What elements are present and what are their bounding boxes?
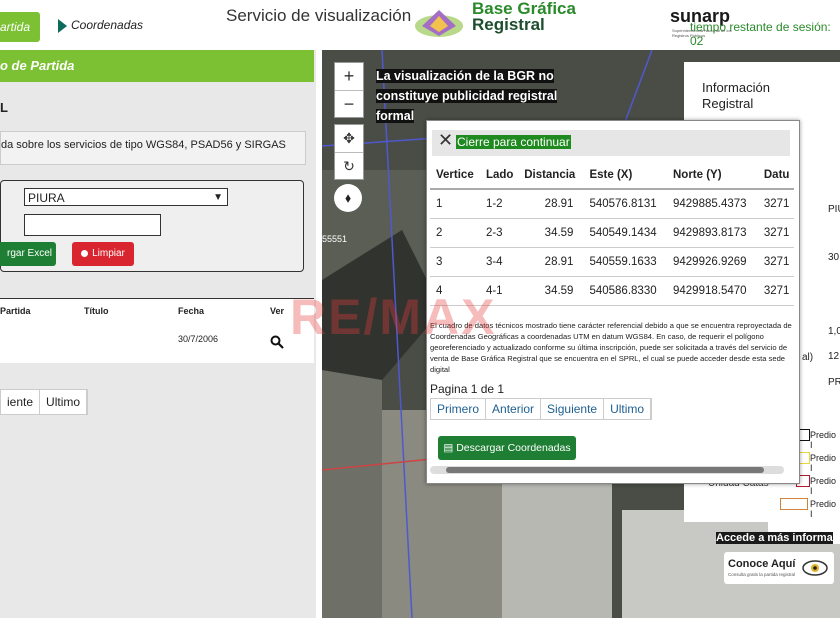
close-modal-button[interactable]: Cierre para continuar bbox=[456, 135, 571, 149]
column-header: Vertice bbox=[430, 162, 480, 190]
column-header: Fecha bbox=[178, 306, 205, 316]
info-value: 12 bbox=[828, 351, 840, 362]
zoom-in-button[interactable]: + bbox=[335, 63, 363, 90]
cell-distancia: 34.59 bbox=[518, 218, 584, 248]
cell-datum: 3271 bbox=[757, 218, 794, 248]
chevron-down-icon: ▼ bbox=[213, 192, 223, 203]
cell-este: 540549.1434 bbox=[583, 218, 667, 248]
cell-vertice: 1 bbox=[430, 189, 480, 219]
conoce-label: Conoce Aquí bbox=[728, 558, 796, 570]
service-title: Servicio de visualización bbox=[226, 6, 412, 25]
cell-distancia: 28.91 bbox=[518, 247, 584, 277]
cell-este: 540586.8330 bbox=[583, 276, 667, 306]
cell-lado: 3-4 bbox=[479, 247, 519, 277]
legend-label: Predio I bbox=[810, 430, 837, 450]
close-icon[interactable]: ✕ bbox=[438, 130, 453, 151]
pager-siguiente[interactable]: iente bbox=[1, 390, 41, 414]
cell-vertice: 2 bbox=[430, 218, 480, 248]
info-value: 30 bbox=[828, 252, 840, 263]
info-registral-title: Información Registral bbox=[702, 80, 770, 111]
legend-label: Predio I bbox=[810, 453, 837, 473]
legend-label: Predio I bbox=[810, 476, 837, 496]
bgr-logo-icon bbox=[415, 10, 463, 37]
section-label: L bbox=[0, 100, 8, 115]
results-pager: iente Ultimo bbox=[0, 389, 89, 415]
compass-icon[interactable]: ⬧ bbox=[334, 184, 362, 212]
map-tools: ✥ ↻ bbox=[334, 124, 364, 180]
cell-distancia: 28.91 bbox=[518, 189, 584, 219]
document-icon: ▤ bbox=[443, 442, 457, 454]
info-box: da sobre los servicios de tipo WGS84, PS… bbox=[0, 131, 306, 165]
tab-coordenadas-label: Coordenadas bbox=[71, 18, 144, 32]
table-row: 2 2-3 34.59 540549.1434 9429893.8173 327… bbox=[430, 218, 794, 248]
pager-primero[interactable]: Primero bbox=[431, 399, 487, 419]
info-value: PR bbox=[828, 377, 840, 388]
watermark: RE/MAX bbox=[290, 289, 497, 345]
partida-input[interactable] bbox=[24, 214, 161, 236]
clear-icon bbox=[81, 249, 89, 257]
table-row: 3 3-4 28.91 540559.1633 9429926.9269 327… bbox=[430, 247, 794, 277]
cell-lado: 1-2 bbox=[479, 189, 519, 219]
cell-datum: 3271 bbox=[757, 189, 794, 219]
triangle-icon bbox=[58, 18, 67, 33]
bgr-notice: La visualización de la BGR no constituye … bbox=[376, 69, 558, 123]
zoom-out-button[interactable]: − bbox=[335, 90, 363, 118]
column-header: Datu bbox=[757, 162, 794, 190]
cell-norte: 9429926.9269 bbox=[667, 247, 758, 277]
pan-icon[interactable]: ✥ bbox=[335, 125, 363, 152]
legend-label: Predio I bbox=[810, 499, 837, 519]
cell-lado: 2-3 bbox=[479, 218, 519, 248]
pager-ultimo[interactable]: Ultimo bbox=[40, 390, 88, 414]
scrollbar-thumb[interactable] bbox=[446, 467, 764, 473]
session-timer: tiempo restante de sesión: 02 bbox=[690, 20, 831, 48]
oficina-select[interactable]: PIURA ▼ bbox=[24, 188, 228, 206]
column-header: Partida bbox=[0, 306, 31, 316]
column-header: Norte (Y) bbox=[667, 162, 758, 190]
limpiar-button[interactable]: Limpiar bbox=[72, 242, 134, 266]
tab-coordenadas[interactable]: Coordenadas bbox=[58, 18, 143, 33]
page-indicator: Pagina 1 de 1 bbox=[430, 382, 505, 396]
rotate-icon[interactable]: ↻ bbox=[335, 152, 363, 180]
bgr-logo-text: Base Gráfica Registral bbox=[472, 0, 576, 34]
accede-label: Accede a más informa bbox=[716, 532, 833, 544]
legend-swatch bbox=[780, 498, 808, 510]
table-row: 1 1-2 28.91 540576.8131 9429885.4373 327… bbox=[430, 189, 794, 219]
conoce-aqui-button[interactable]: Conoce Aquí Consulta gratis la partida r… bbox=[724, 552, 834, 584]
cell-norte: 9429885.4373 bbox=[667, 189, 758, 219]
search-icon[interactable] bbox=[270, 335, 284, 349]
cell-norte: 9429918.5470 bbox=[667, 276, 758, 306]
cell-vertice: 3 bbox=[430, 247, 480, 277]
info-value: 1,0 bbox=[828, 326, 840, 337]
pager-anterior[interactable]: Anterior bbox=[486, 399, 542, 419]
row-fecha: 30/7/2006 bbox=[178, 334, 219, 344]
cell-este: 540576.8131 bbox=[583, 189, 667, 219]
panel-header: o de Partida bbox=[0, 50, 314, 82]
cell-datum: 3271 bbox=[757, 276, 794, 306]
cell-distancia: 34.59 bbox=[518, 276, 584, 306]
info-value: al) bbox=[802, 352, 814, 363]
cell-este: 540559.1633 bbox=[583, 247, 667, 277]
cell-norte: 9429893.8173 bbox=[667, 218, 758, 248]
coordinates-table: Vertice Lado Distancia Este (X) Norte (Y… bbox=[430, 162, 794, 306]
cell-datum: 3271 bbox=[757, 247, 794, 277]
column-header: Lado bbox=[479, 162, 519, 190]
results-table bbox=[0, 298, 314, 363]
descargar-excel-button[interactable]: rgar Excel bbox=[0, 242, 56, 266]
zoom-control: + − bbox=[334, 62, 364, 118]
column-header: Título bbox=[84, 306, 109, 316]
tab-partida[interactable]: artida bbox=[0, 12, 40, 42]
column-header: Ver bbox=[270, 306, 285, 316]
descargar-coordenadas-button[interactable]: ▤ Descargar Coordenadas bbox=[438, 436, 576, 460]
column-header: Distancia bbox=[518, 162, 584, 190]
pager-ultimo[interactable]: Ultimo bbox=[604, 399, 652, 419]
column-header: Este (X) bbox=[583, 162, 667, 190]
parcel-label: 55551 bbox=[322, 234, 348, 244]
conoce-sublabel: Consulta gratis la partida registral bbox=[728, 572, 796, 577]
eye-icon bbox=[802, 560, 828, 576]
info-value: PIU bbox=[828, 204, 840, 215]
pager-siguiente[interactable]: Siguiente bbox=[541, 399, 605, 419]
modal-pager: Primero Anterior Siguiente Ultimo bbox=[430, 398, 653, 420]
